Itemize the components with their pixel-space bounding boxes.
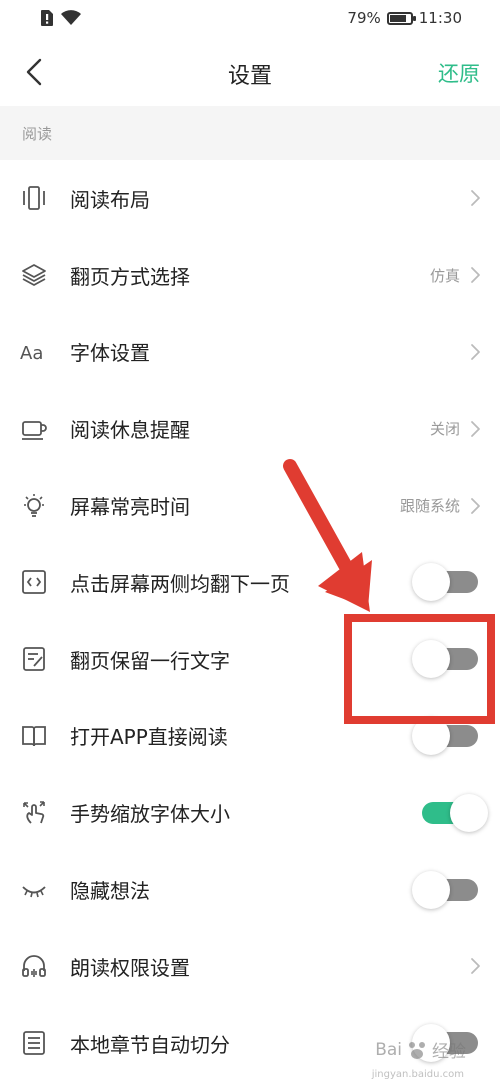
settings-row[interactable]: 点击屏幕两侧均翻下一页	[0, 544, 500, 621]
list-icon	[18, 1027, 50, 1059]
watermark-text-2: 经验	[432, 1042, 466, 1062]
settings-row-label: 翻页保留一行文字	[70, 648, 230, 673]
code-icon	[18, 566, 50, 598]
chevron-right-icon	[468, 496, 482, 516]
watermark-text: Bai	[375, 1039, 402, 1060]
sim-alert-icon	[41, 10, 53, 26]
chevron-right-icon	[468, 342, 482, 362]
svg-text:Aa: Aa	[20, 343, 43, 364]
settings-row[interactable]: 朗读权限设置	[0, 928, 500, 1005]
note-icon	[18, 643, 50, 675]
battery-icon	[386, 11, 416, 25]
toggle-switch[interactable]	[422, 793, 488, 832]
restore-button[interactable]: 还原	[438, 58, 480, 88]
eye-closed-icon	[18, 874, 50, 906]
section-title: 阅读	[22, 125, 53, 143]
page-title: 设置	[227, 64, 272, 89]
toggle-knob	[412, 563, 450, 602]
chevron-right-icon	[468, 265, 482, 285]
wifi-icon	[61, 10, 81, 25]
settings-row-label: 阅读布局	[70, 187, 150, 212]
settings-row[interactable]: 屏幕常亮时间 跟随系统	[0, 467, 500, 544]
settings-row-label: 点击屏幕两侧均翻下一页	[70, 571, 290, 596]
layout-icon	[18, 182, 50, 214]
settings-row-label: 手势缩放字体大小	[70, 802, 230, 827]
chevron-right-icon	[468, 956, 482, 976]
settings-row-label: 打开APP直接阅读	[70, 725, 228, 750]
font-icon: Aa	[18, 336, 50, 368]
toggle-knob	[412, 870, 450, 909]
chevron-right-icon	[468, 419, 482, 439]
chevron-right-icon	[468, 188, 482, 208]
settings-row-label: 本地章节自动切分	[70, 1032, 230, 1057]
clock: 11:30	[418, 9, 462, 27]
settings-row-label: 隐藏想法	[70, 879, 150, 904]
toggle-knob	[450, 793, 488, 832]
paw-icon	[409, 1041, 425, 1059]
section-header: 阅读	[0, 106, 500, 160]
settings-row-label: 字体设置	[70, 341, 150, 366]
gesture-icon	[18, 797, 50, 829]
toggle-switch[interactable]	[412, 870, 478, 909]
watermark: Bai 经验	[375, 1037, 466, 1063]
settings-row-value: 关闭	[429, 420, 460, 439]
settings-row[interactable]: 手势缩放字体大小	[0, 774, 500, 851]
toggle-switch[interactable]	[412, 716, 478, 755]
nav-bar: 设置 还原	[0, 38, 500, 106]
settings-row-value: 跟随系统	[399, 497, 460, 516]
battery-percent: 79%	[347, 9, 381, 27]
status-bar: 79% 11:30	[0, 0, 500, 38]
watermark-url: jingyan.baidu.com	[371, 1069, 464, 1080]
settings-row-value: 仿真	[429, 266, 460, 285]
annotation-highlight-box	[344, 614, 495, 724]
settings-row-label: 阅读休息提醒	[70, 418, 190, 443]
settings-row[interactable]: 隐藏想法	[0, 851, 500, 928]
layers-icon	[18, 259, 50, 291]
toggle-switch[interactable]	[412, 563, 478, 602]
bulb-icon	[18, 490, 50, 522]
settings-row-label: 朗读权限设置	[70, 955, 190, 980]
headphones-icon	[18, 950, 50, 982]
settings-row[interactable]: 阅读休息提醒 关闭	[0, 390, 500, 467]
settings-row[interactable]: Aa 字体设置	[0, 314, 500, 391]
book-icon	[18, 720, 50, 752]
settings-row-label: 翻页方式选择	[70, 264, 190, 289]
cup-icon	[18, 413, 50, 445]
settings-row-label: 屏幕常亮时间	[70, 495, 190, 520]
settings-row[interactable]: 阅读布局	[0, 160, 500, 237]
settings-row[interactable]: 翻页方式选择 仿真	[0, 237, 500, 314]
